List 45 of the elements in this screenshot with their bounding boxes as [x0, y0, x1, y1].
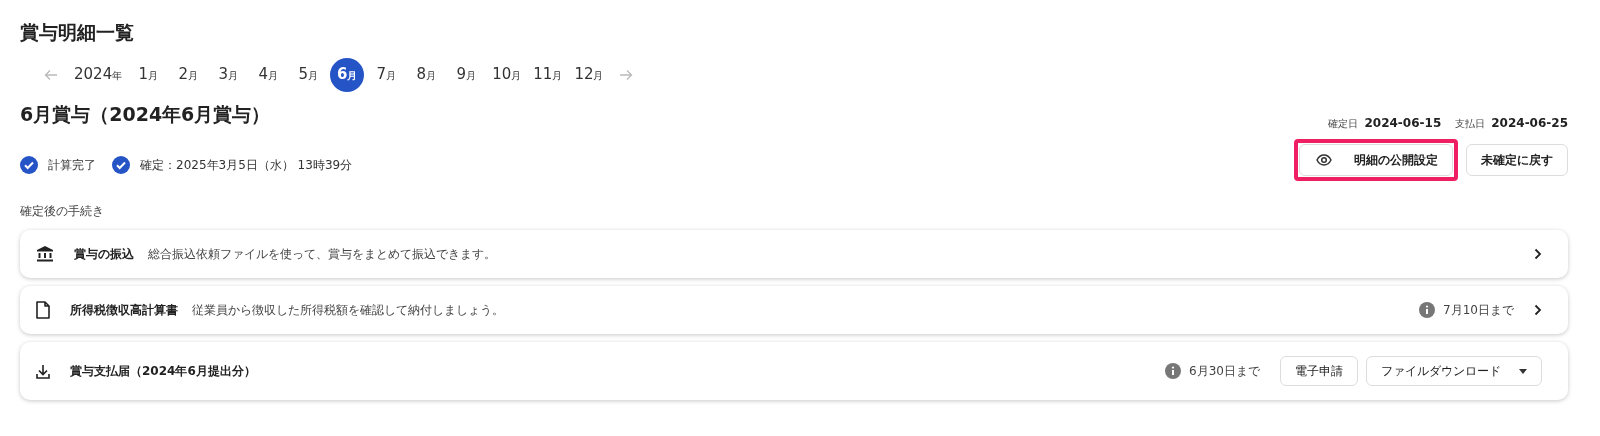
status-text: 確定：2025年3月5日（水） 13時39分 [140, 156, 353, 174]
year-selector[interactable]: 2024年 [70, 58, 127, 92]
document-icon [36, 301, 50, 319]
task-title: 所得税徴収高計算書 [70, 301, 178, 319]
date-value: 2024-06-25 [1491, 116, 1568, 130]
task-card[interactable]: 賞与の振込 総合振込依頼ファイルを使って、賞与をまとめて振込できます。 [20, 230, 1568, 278]
task-title: 賞与支払届（2024年6月提出分） [70, 362, 256, 380]
chevron-right-icon [1534, 304, 1542, 316]
date-label: 確定日 [1328, 117, 1359, 131]
month-tab[interactable]: 7月 [368, 58, 405, 92]
right-arrow-icon [619, 69, 634, 81]
deadline-text: 7月10日まで [1443, 301, 1514, 319]
month-tab[interactable]: 11月 [529, 58, 567, 92]
page-title: 賞与明細一覧 [20, 20, 135, 45]
task-title: 賞与の振込 [74, 245, 134, 263]
info-icon [1165, 363, 1182, 379]
month-tab[interactable]: 2月 [170, 58, 207, 92]
revert-button[interactable]: 未確定に戻す [1466, 144, 1568, 176]
month-tab[interactable]: 4月 [250, 58, 287, 92]
chevron-right-icon [1534, 248, 1542, 260]
task-description: 従業員から徴収した所得税額を確認して納付しましょう。 [192, 301, 504, 319]
status-text: 計算完了 [48, 156, 96, 174]
month-tab[interactable]: 12月 [570, 58, 608, 92]
download-icon [36, 363, 50, 379]
month-tab[interactable]: 8月 [408, 58, 445, 92]
month-tab[interactable]: 10月 [488, 58, 526, 92]
download-dropdown-button[interactable]: ファイルダウンロード [1366, 356, 1542, 386]
task-description: 総合振込依頼ファイルを使って、賞与をまとめて振込できます。 [148, 245, 496, 263]
bank-icon [36, 246, 54, 262]
left-arrow-icon [44, 69, 58, 81]
section-label: 確定後の手続き [20, 203, 105, 220]
bonus-title: 6月賞与（2024年6月賞与） [20, 102, 272, 127]
month-tab[interactable]: 3月 [210, 58, 247, 92]
visibility-settings-button[interactable]: 明細の公開設定 [1299, 144, 1453, 176]
deadline-text: 6月30日まで [1189, 362, 1260, 380]
eye-icon [1316, 154, 1332, 166]
month-tab[interactable]: 5月 [290, 58, 327, 92]
month-tab[interactable]: 6月 [330, 58, 365, 92]
task-card[interactable]: 所得税徴収高計算書 従業員から徴収した所得税額を確認して納付しましょう。 7月10日まで [20, 286, 1568, 334]
date-value: 2024-06-15 [1364, 116, 1442, 130]
info-icon [1419, 302, 1436, 318]
month-tab[interactable]: 9月 [448, 58, 485, 92]
date-label: 支払日 [1455, 117, 1486, 131]
month-tab[interactable]: 1月 [130, 58, 167, 92]
e-filing-button[interactable]: 電子申請 [1280, 356, 1358, 386]
